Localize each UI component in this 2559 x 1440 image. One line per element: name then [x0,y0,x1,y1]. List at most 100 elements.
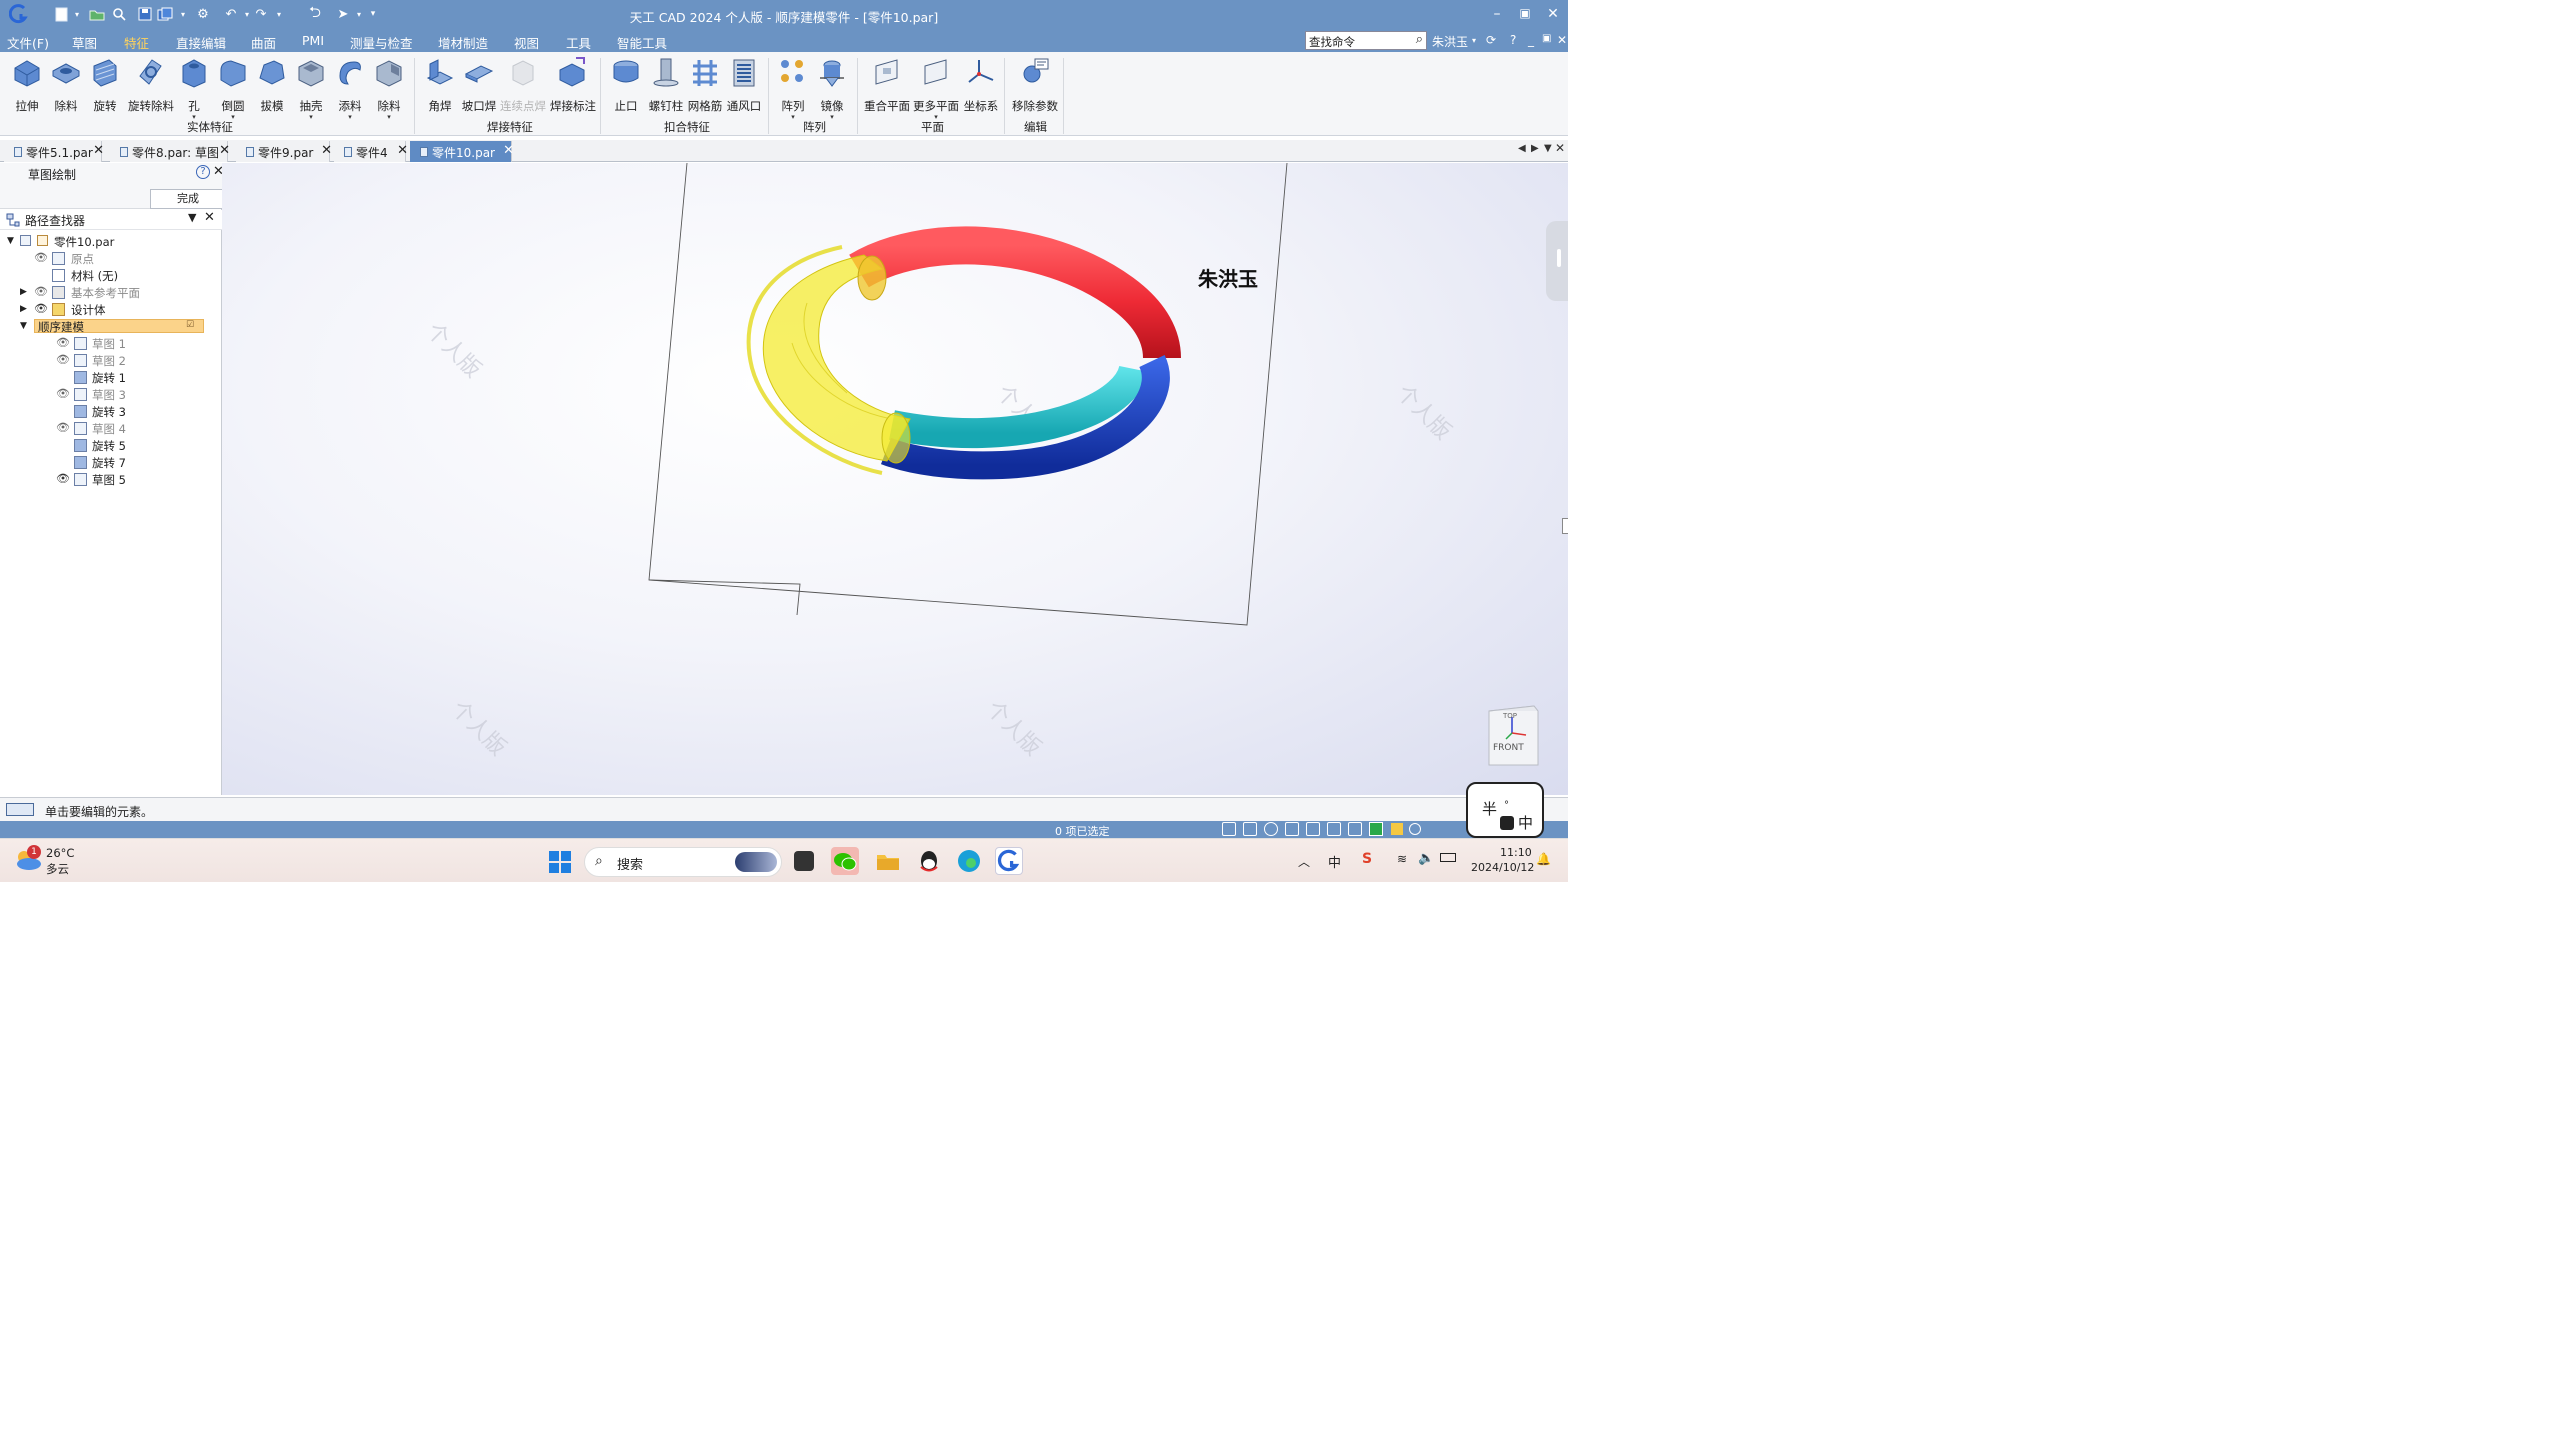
more-planes-button[interactable]: 更多平面 ▾ [913,56,959,121]
tab-close-icon[interactable]: ✕ [503,143,514,158]
vent-button[interactable]: 通风口 [724,56,764,114]
zoom-out-icon[interactable] [1409,823,1421,835]
tab-part5[interactable]: 零件5.1.par ✕ [4,141,104,162]
file-explorer-icon[interactable] [874,847,902,875]
hidden-eye-icon[interactable]: 👁 [56,387,70,400]
volume-icon[interactable]: 🔈 [1418,851,1434,866]
menu-file[interactable]: 文件(F) [7,33,49,52]
tab-scroll-right-icon[interactable]: ▶ [1531,143,1539,154]
tree-item-sketch1[interactable]: 👁 草图 1 [0,335,220,352]
tray-ime[interactable]: 中 [1328,852,1341,871]
tree-item-sketch5[interactable]: 👁 草图 5 [0,471,220,488]
ime-toolbar[interactable]: 半 ° 中 [1466,782,1544,838]
qq-icon[interactable] [915,847,943,875]
menu-pmi[interactable]: PMI [302,33,324,48]
tree-item-design-body[interactable]: ▶ 👁 设计体 [0,301,220,318]
view-style-icon[interactable] [1369,822,1383,836]
menu-features[interactable]: 特征 [124,33,149,52]
tab-close-icon[interactable]: ✕ [93,143,104,158]
menu-surface[interactable]: 曲面 [251,33,276,52]
tab-list-icon[interactable]: ▼ [1544,143,1552,154]
view-zoom-icon[interactable] [1264,822,1278,836]
coordinate-system-button[interactable]: 坐标系 [961,56,1001,114]
viewport-edge-handle[interactable] [1562,518,1568,534]
command-search-input[interactable]: 查找命令 ⌕ [1305,31,1427,50]
view-pan-icon[interactable] [1285,822,1299,836]
ordered-check-icon[interactable]: ☑ [186,320,194,330]
tab-close-all-icon[interactable]: ✕ [1555,141,1565,155]
ribbon-restore-icon[interactable]: ▣ [1542,33,1551,44]
add-material-dropdown-icon[interactable]: ▾ [330,113,370,121]
expand-icon[interactable]: ▶ [20,287,27,297]
shell-button[interactable]: 抽壳 ▾ [291,56,331,121]
wechat-icon[interactable] [831,847,859,875]
shell-dropdown-icon[interactable]: ▾ [291,113,331,121]
add-material-button[interactable]: 添料 ▾ [330,56,370,121]
notification-bell-icon[interactable]: 🔔 [1536,852,1551,866]
clock-date[interactable]: 2024/10/12 [1471,861,1534,874]
task-view-icon[interactable] [794,851,814,871]
tree-item-revolve3[interactable]: 旋转 3 [0,403,220,420]
view-cube-front-label[interactable]: FRONT [1493,743,1524,753]
view-orient-icon[interactable] [1327,822,1341,836]
tab-close-icon[interactable]: ✕ [397,143,408,158]
view-fit-icon[interactable] [1222,822,1236,836]
sync-icon[interactable]: ⟳ [1486,33,1496,47]
view-settings-icon[interactable] [1348,822,1362,836]
tab-part10[interactable]: 零件10.par ✕ [410,141,514,162]
view-cube-top-label[interactable]: TOP [1503,712,1517,720]
tree-item-sketch2[interactable]: 👁 草图 2 [0,352,220,369]
web-button[interactable]: 网格筋 [685,56,725,114]
tray-overflow-icon[interactable]: ︿ [1298,853,1310,870]
tree-item-revolve7[interactable]: 旋转 7 [0,454,220,471]
tab-part8-sketch[interactable]: 零件8.par: 草图 ✕ [110,141,230,162]
tab-scroll-left-icon[interactable]: ◀ [1518,143,1526,154]
tree-root[interactable]: ▼ 零件10.par [0,233,220,250]
draft-button[interactable]: 拔模 [252,56,292,114]
menu-inspect[interactable]: 测量与检查 [350,33,413,52]
coincident-plane-button[interactable]: 重合平面 [864,56,910,114]
tree-item-sketch3[interactable]: 👁 草图 3 [0,386,220,403]
close-button[interactable]: ✕ [1542,6,1564,24]
clock-time[interactable]: 11:10 [1500,846,1532,859]
minimize-button[interactable]: – [1486,6,1508,24]
tree-item-revolve5[interactable]: 旋转 5 [0,437,220,454]
groove-weld-button[interactable]: 坡口焊 [459,56,499,114]
help-icon[interactable]: ? [196,165,210,179]
cutout-button[interactable]: 除料 [46,56,86,114]
remove-material-dropdown-icon[interactable]: ▾ [369,113,409,121]
expand-icon[interactable]: ▶ [20,304,27,314]
ime-chinese[interactable]: 中 [1518,812,1533,833]
edge-browser-icon[interactable] [955,847,983,875]
collapse-icon[interactable]: ▼ [20,321,27,331]
weld-label-button[interactable]: 焊接标注 [550,56,596,114]
hole-button[interactable]: 孔 ▾ [174,56,214,121]
taskbar-search[interactable]: ⌕ 搜索 [584,847,782,877]
tree-item-material[interactable]: 材料 (无) [0,267,220,284]
ime-skin-icon[interactable] [1500,816,1514,830]
hidden-eye-icon[interactable]: 👁 [56,336,70,349]
tab-part4[interactable]: 零件4 ✕ [334,141,408,162]
visible-eye-icon[interactable]: 👁 [56,472,70,485]
weather-temp[interactable]: 26°C [46,846,74,860]
windows-start-icon[interactable] [549,851,571,873]
view-rotate-icon[interactable] [1306,822,1320,836]
menu-sketch[interactable]: 草图 [72,33,97,52]
battery-icon[interactable] [1440,853,1456,862]
revolve-cut-button[interactable]: 旋转除料 [128,56,174,114]
side-panel-handle[interactable] [1546,221,1568,301]
view-cube[interactable]: TOP FRONT [1486,703,1540,769]
search-icon[interactable]: ⌕ [1416,32,1423,47]
ribbon-minimize-icon[interactable]: _ [1528,33,1534,47]
visible-eye-icon[interactable]: 👁 [34,302,48,315]
menu-view[interactable]: 视图 [514,33,539,52]
collapse-icon[interactable]: ▼ [7,236,14,246]
pathfinder-options-icon[interactable]: ▼ [188,211,196,224]
tiangong-cad-taskbar-icon[interactable] [995,847,1023,875]
fillet-weld-button[interactable]: 角焊 [420,56,460,114]
ime-punctuation[interactable]: ° [1504,800,1509,811]
menu-additive[interactable]: 增材制造 [438,33,488,52]
3d-viewport[interactable]: 个人版 个人版 个人版 个人版 个人版 朱洪玉 TOP FRONT [222,163,1568,795]
tree-item-origin[interactable]: 👁 原点 [0,250,220,267]
view-zoom-area-icon[interactable] [1243,822,1257,836]
